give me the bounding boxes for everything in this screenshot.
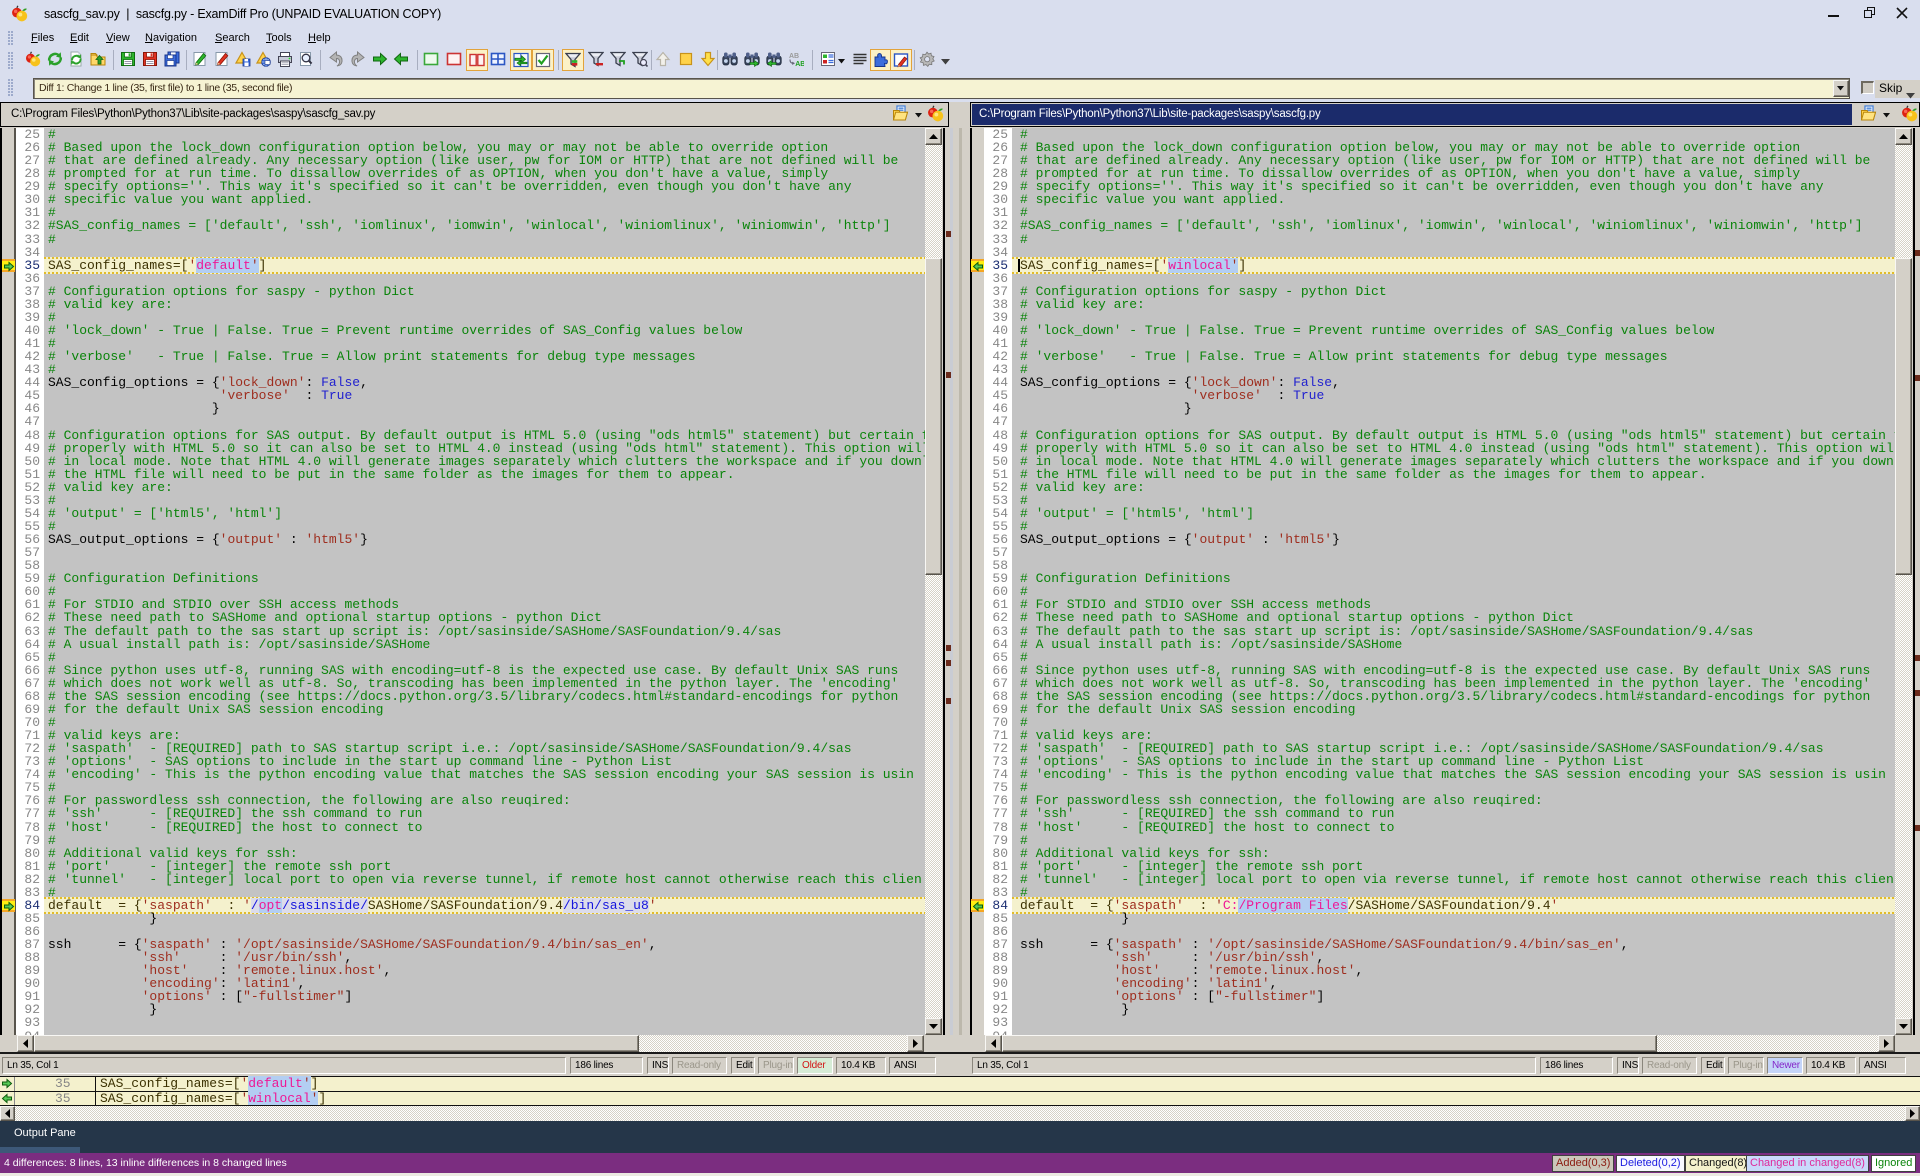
- svg-text:AB: AB: [789, 53, 799, 60]
- svg-text:AB: AB: [795, 61, 804, 67]
